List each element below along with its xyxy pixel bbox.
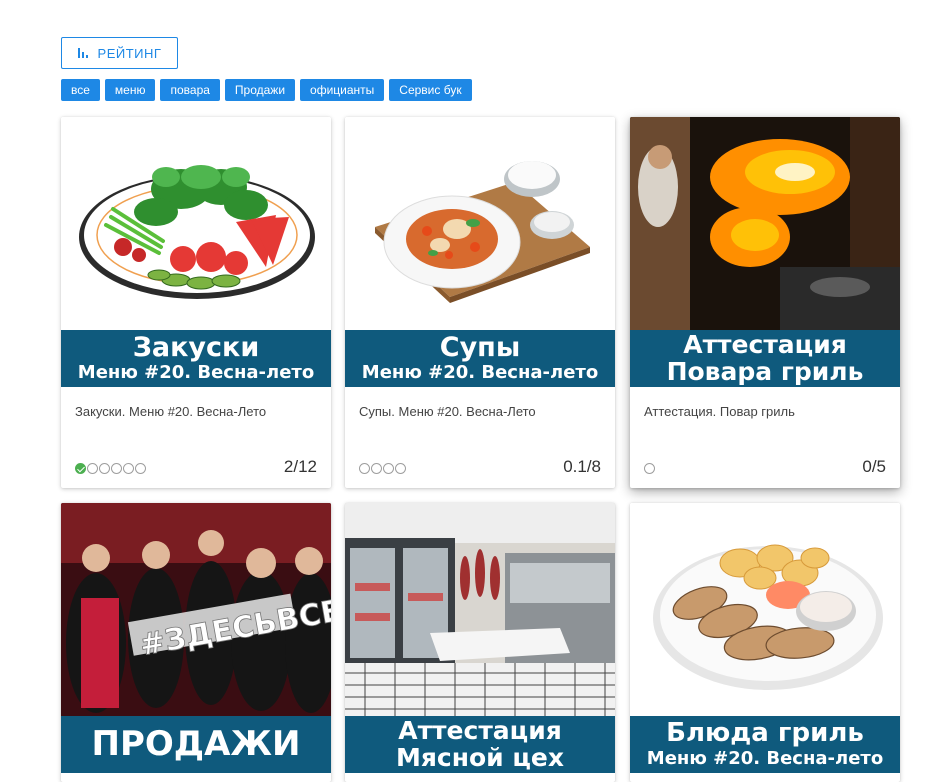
progress-dot-icon <box>371 463 382 474</box>
progress-dot-icon <box>395 463 406 474</box>
course-card-supy[interactable]: Супы Меню #20. Весна-лето Супы. Меню #20… <box>345 117 615 488</box>
card-banner: Аттестация Мясной цех <box>345 716 615 773</box>
course-card-grill-dishes[interactable]: Блюда гриль Меню #20. Весна-лето <box>630 503 900 782</box>
filter-chip-service-book[interactable]: Сервис бук <box>389 79 472 101</box>
card-banner: Аттестация Повара гриль <box>630 330 900 387</box>
card-banner-title: Закуски <box>132 331 260 363</box>
progress-dots <box>644 463 655 474</box>
progress-dot-icon <box>99 463 110 474</box>
card-score: 0/5 <box>862 457 886 476</box>
filter-chips: все меню повара Продажи официанты Сервис… <box>61 79 472 101</box>
progress-dot-icon <box>123 463 134 474</box>
card-banner-title: Блюда гриль <box>666 718 864 749</box>
card-score: 2/12 <box>283 457 317 476</box>
card-banner-title: ПРОДАЖИ <box>91 723 301 764</box>
rating-button-label: РЕЙТИНГ <box>97 45 162 61</box>
card-banner-title: Аттестация <box>398 716 562 746</box>
card-banner: ПРОДАЖИ <box>61 716 331 773</box>
progress-dot-icon <box>87 463 98 474</box>
card-banner: Блюда гриль Меню #20. Весна-лето <box>630 716 900 773</box>
filter-chip-sales[interactable]: Продажи <box>224 79 296 101</box>
card-media: Закуски Меню #20. Весна-лето <box>61 117 331 387</box>
card-banner-title: Супы <box>439 331 521 363</box>
card-description: Супы. Меню #20. Весна-Лето <box>359 404 536 419</box>
progress-dot-icon <box>359 463 370 474</box>
card-banner-subtitle: Меню #20. Весна-лето <box>646 747 884 769</box>
soup-bowl-image <box>345 117 615 330</box>
progress-dot-done-icon <box>75 463 86 474</box>
card-banner-subtitle: Мясной цех <box>395 742 565 772</box>
card-banner-title: Аттестация <box>683 330 847 360</box>
salad-plate-image <box>61 117 331 330</box>
meat-shop-image <box>345 503 615 716</box>
card-media: Супы Меню #20. Весна-лето <box>345 117 615 387</box>
progress-dots <box>75 463 146 474</box>
progress-dot-icon <box>644 463 655 474</box>
course-card-meat-shop[interactable]: Аттестация Мясной цех <box>345 503 615 782</box>
filter-chip-menu[interactable]: меню <box>104 79 156 101</box>
card-banner-subtitle: Меню #20. Весна-лето <box>77 362 315 384</box>
course-card-grill-cook[interactable]: Аттестация Повара гриль Аттестация. Пова… <box>630 117 900 488</box>
rating-button[interactable]: РЕЙТИНГ <box>61 37 178 69</box>
card-media: Аттестация Повара гриль <box>630 117 900 387</box>
card-description: Аттестация. Повар гриль <box>644 404 795 419</box>
course-card-sales[interactable]: #ЗДЕСЬВСЕ ПРОДАЖИ <box>61 503 331 782</box>
filter-chip-all[interactable]: все <box>61 79 100 101</box>
card-score: 0.1/8 <box>563 457 601 476</box>
staff-photo-image: #ЗДЕСЬВСЕ <box>61 503 331 716</box>
card-banner-subtitle: Меню #20. Весна-лето <box>361 362 599 384</box>
chef-flames-image <box>630 117 900 330</box>
grill-plate-image <box>630 503 900 716</box>
filter-chip-waiters[interactable]: официанты <box>300 79 385 101</box>
card-banner: Супы Меню #20. Весна-лето <box>345 330 615 387</box>
card-banner-subtitle: Повара гриль <box>666 356 864 386</box>
card-description: Закуски. Меню #20. Весна-Лето <box>75 404 267 419</box>
card-media: #ЗДЕСЬВСЕ ПРОДАЖИ <box>61 503 331 773</box>
card-banner: Закуски Меню #20. Весна-лето <box>61 330 331 387</box>
progress-dot-icon <box>383 463 394 474</box>
bar-chart-icon <box>77 48 88 58</box>
progress-dot-icon <box>111 463 122 474</box>
progress-dot-icon <box>135 463 146 474</box>
course-card-zakuski[interactable]: Закуски Меню #20. Весна-лето Закуски. Ме… <box>61 117 331 488</box>
progress-dots <box>359 463 406 474</box>
filter-chip-cooks[interactable]: повара <box>160 79 220 101</box>
card-media: Блюда гриль Меню #20. Весна-лето <box>630 503 900 773</box>
card-media: Аттестация Мясной цех <box>345 503 615 773</box>
